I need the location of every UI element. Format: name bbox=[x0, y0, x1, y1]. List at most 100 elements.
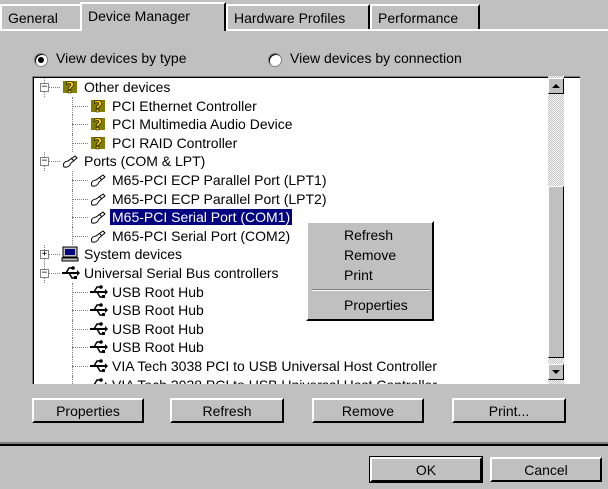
tab-general[interactable]: General bbox=[0, 4, 82, 29]
tree-item-label: M65-PCI Serial Port (COM1) bbox=[108, 208, 294, 227]
tab-device-manager[interactable]: Device Manager bbox=[80, 2, 226, 31]
tree-item[interactable]: PCI Multimedia Audio Device bbox=[110, 115, 295, 134]
tree-connector bbox=[72, 291, 88, 294]
down-arrow-icon bbox=[552, 370, 560, 374]
panel-shadow bbox=[0, 442, 608, 444]
tree-connector bbox=[72, 124, 88, 126]
computer-icon bbox=[60, 245, 80, 263]
tree-scrollbar[interactable] bbox=[548, 76, 564, 384]
tree-item[interactable]: USB Root Hub bbox=[110, 320, 206, 339]
tree-connector bbox=[72, 189, 74, 209]
svg-text:?: ? bbox=[93, 115, 102, 133]
refresh-button[interactable]: Refresh bbox=[170, 398, 284, 423]
question-icon: ? bbox=[88, 96, 108, 116]
collapse-icon[interactable]: − bbox=[40, 83, 49, 92]
tree-item-label: USB Root Hub bbox=[112, 320, 204, 337]
port-icon bbox=[88, 208, 108, 226]
tree-item[interactable]: PCI Ethernet Controller bbox=[110, 97, 259, 116]
tree-item-label: VIA Tech 3038 PCI to USB Universal Host … bbox=[110, 377, 439, 384]
remove-button[interactable]: Remove bbox=[312, 398, 424, 423]
tree-connector bbox=[72, 208, 74, 227]
tree-item-label: USB Root Hub bbox=[112, 302, 204, 319]
scroll-thumb[interactable] bbox=[548, 186, 564, 358]
menu-separator bbox=[312, 289, 430, 291]
up-arrow-icon bbox=[552, 84, 560, 88]
view-by-connection-label[interactable]: View devices by connection bbox=[290, 50, 462, 66]
expand-icon[interactable]: + bbox=[40, 250, 49, 260]
tree-item-label: Other devices bbox=[84, 79, 171, 95]
tree-connector bbox=[72, 310, 88, 312]
ok-button[interactable]: OK bbox=[369, 456, 483, 483]
tree-item[interactable]: System devices bbox=[82, 245, 184, 264]
tree-connector bbox=[72, 282, 74, 302]
tree-connector bbox=[72, 366, 88, 368]
scroll-up-button[interactable] bbox=[548, 78, 564, 94]
collapse-icon[interactable]: − bbox=[40, 269, 49, 278]
print-button[interactable]: Print... bbox=[452, 398, 566, 423]
tree-connector bbox=[72, 115, 74, 134]
tree-connector bbox=[72, 375, 74, 384]
menu-item-remove[interactable]: Remove bbox=[344, 247, 396, 263]
tree-item[interactable]: USB Root Hub bbox=[110, 301, 206, 320]
tree-item[interactable]: Other devices bbox=[82, 78, 172, 97]
tree-connector bbox=[72, 105, 88, 108]
menu-item-properties[interactable]: Properties bbox=[344, 297, 408, 313]
tree-connector bbox=[72, 357, 74, 376]
tab-hardware-profiles-label: Hardware Profiles bbox=[234, 10, 346, 26]
tree-item-label: Universal Serial Bus controllers bbox=[84, 265, 279, 281]
port-icon bbox=[88, 171, 108, 189]
tree-item-label: Ports (COM & LPT) bbox=[84, 153, 206, 170]
tree-item[interactable]: M65-PCI Serial Port (COM2) bbox=[110, 227, 292, 246]
panel-border bbox=[0, 444, 608, 446]
tree-item[interactable]: Ports (COM & LPT) bbox=[82, 152, 207, 171]
tree-connector bbox=[72, 180, 88, 182]
view-by-type-radio[interactable] bbox=[34, 53, 48, 67]
scroll-down-button[interactable] bbox=[548, 364, 564, 380]
usb-icon bbox=[88, 357, 108, 375]
tree-item[interactable]: M65-PCI ECP Parallel Port (LPT1) bbox=[110, 171, 328, 190]
tab-hardware-profiles[interactable]: Hardware Profiles bbox=[226, 4, 370, 29]
tree-item[interactable]: VIA Tech 3038 PCI to USB Universal Host … bbox=[110, 376, 439, 384]
tree-connector bbox=[72, 301, 74, 320]
tree-connector bbox=[72, 319, 74, 339]
svg-text:?: ? bbox=[65, 78, 74, 96]
usb-icon bbox=[88, 338, 108, 356]
properties-button[interactable]: Properties bbox=[32, 398, 144, 423]
tab-performance-label: Performance bbox=[378, 10, 459, 26]
cancel-button[interactable]: Cancel bbox=[490, 457, 602, 482]
menu-item-refresh[interactable]: Refresh bbox=[344, 227, 393, 243]
tab-general-label: General bbox=[8, 10, 58, 26]
view-by-type-label[interactable]: View devices by type bbox=[56, 50, 186, 66]
tree-connector bbox=[72, 171, 74, 190]
tree-item[interactable]: Universal Serial Bus controllers bbox=[82, 264, 281, 283]
tree-connector bbox=[72, 328, 88, 331]
usb-icon bbox=[88, 320, 108, 338]
tree-connector bbox=[72, 217, 88, 219]
tree-item-label: M65-PCI Serial Port (COM2) bbox=[112, 227, 291, 244]
tree-item-label: PCI Ethernet Controller bbox=[112, 97, 257, 114]
tree-connector bbox=[72, 133, 74, 153]
tree-item[interactable]: VIA Tech 3038 PCI to USB Universal Host … bbox=[110, 357, 439, 376]
usb-icon bbox=[88, 283, 108, 301]
usb-icon bbox=[60, 264, 80, 282]
tree-item[interactable]: M65-PCI ECP Parallel Port (LPT2) bbox=[110, 190, 328, 209]
tree-item[interactable]: USB Root Hub bbox=[110, 338, 206, 357]
svg-text:?: ? bbox=[93, 97, 102, 115]
tab-device-manager-label: Device Manager bbox=[88, 8, 190, 24]
tree-item[interactable]: USB Root Hub bbox=[110, 283, 206, 302]
view-by-connection-radio[interactable] bbox=[268, 53, 282, 67]
collapse-icon[interactable]: − bbox=[40, 157, 49, 167]
menu-item-print[interactable]: Print bbox=[344, 267, 373, 283]
question-icon: ? bbox=[60, 78, 80, 97]
tree-item[interactable]: PCI RAID Controller bbox=[110, 134, 239, 153]
tree-connector bbox=[72, 226, 74, 246]
usb-icon bbox=[88, 301, 108, 319]
tab-performance[interactable]: Performance bbox=[370, 4, 480, 29]
svg-text:?: ? bbox=[93, 134, 102, 152]
context-menu: Refresh Remove Print Properties bbox=[306, 221, 434, 321]
usb-icon bbox=[88, 376, 108, 384]
tree-item-label: M65-PCI ECP Parallel Port (LPT1) bbox=[112, 172, 327, 188]
tree-connector bbox=[72, 142, 88, 145]
tree-item[interactable]: M65-PCI Serial Port (COM1) bbox=[108, 208, 294, 227]
question-icon: ? bbox=[88, 115, 108, 134]
